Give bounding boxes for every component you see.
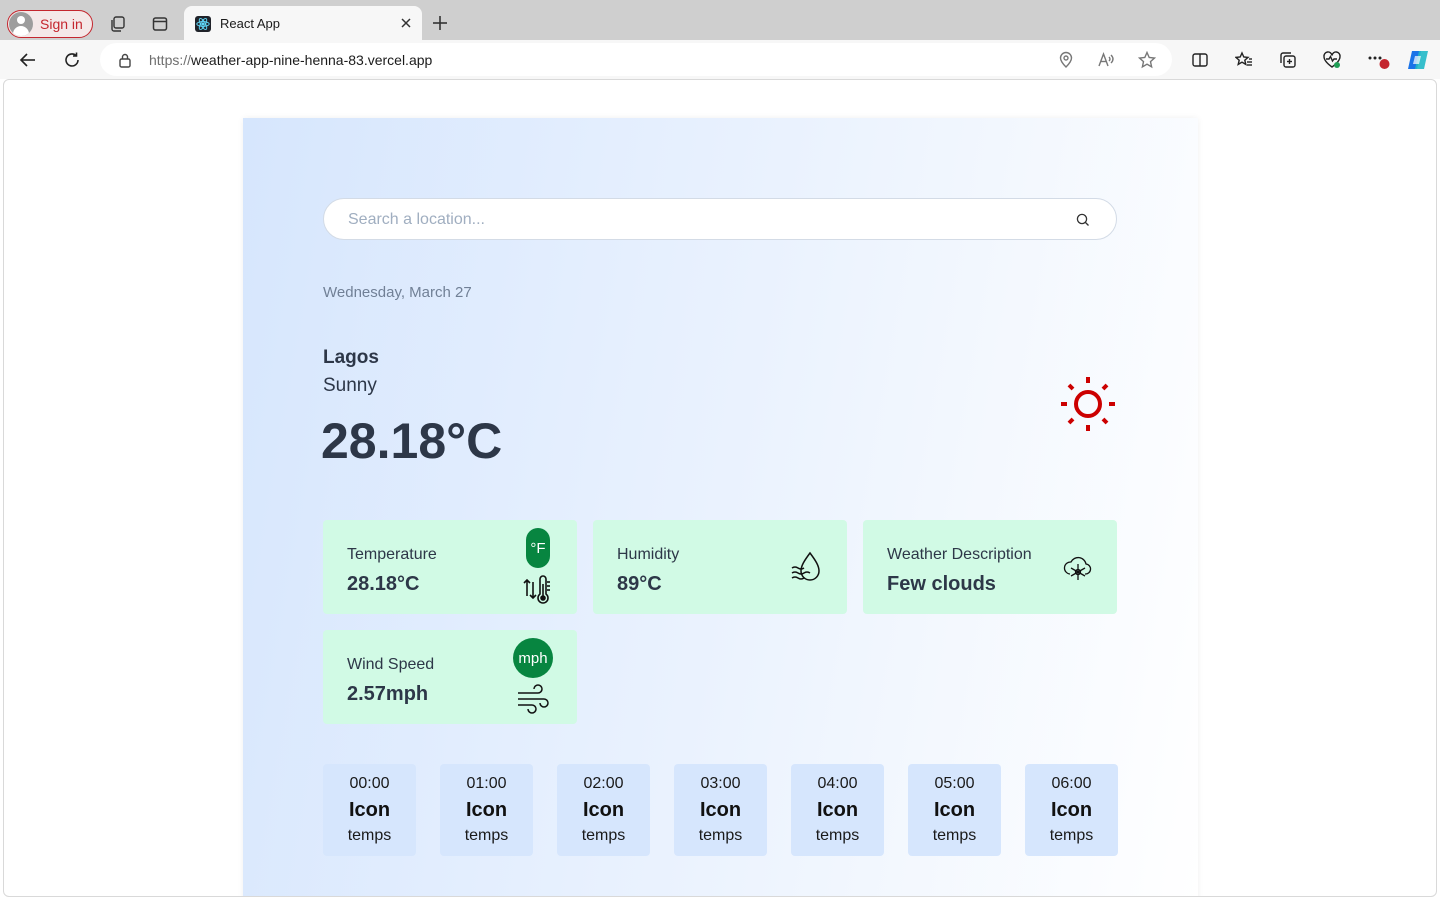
tab-title: React App — [220, 16, 280, 31]
location-icon[interactable] — [1056, 50, 1076, 70]
hourly-forecast-item: 05:00 Icon temps — [908, 764, 1001, 856]
current-temperature: 28.18°C — [321, 413, 503, 469]
split-screen-icon[interactable] — [1190, 50, 1210, 70]
hour-icon-placeholder: Icon — [1050, 799, 1093, 821]
hour-temp: temps — [698, 827, 743, 844]
hour-temp: temps — [581, 827, 626, 844]
hourly-forecast-item: 04:00 Icon temps — [791, 764, 884, 856]
hour-temp: temps — [347, 827, 392, 844]
weather-description-card: Weather Description Few clouds — [863, 520, 1117, 614]
tab-actions-icon[interactable] — [150, 14, 170, 34]
weather-condition: Sunny — [323, 375, 377, 396]
weather-app: Wednesday, March 27 Lagos Sunny 28.18°C … — [243, 118, 1198, 896]
hour-icon-placeholder: Icon — [465, 799, 508, 821]
weather-description-value: Few clouds — [887, 573, 996, 595]
temperature-label: Temperature — [347, 546, 437, 563]
sign-in-button[interactable]: Sign in — [7, 10, 93, 38]
hour-temp: temps — [464, 827, 509, 844]
copilot-icon[interactable] — [1406, 48, 1430, 72]
search-bar[interactable] — [323, 198, 1117, 240]
hour-icon-placeholder: Icon — [816, 799, 859, 821]
wind-speed-card: Wind Speed 2.57mph mph — [323, 630, 577, 724]
hourly-forecast-item: 03:00 Icon temps — [674, 764, 767, 856]
hour-time: 05:00 — [934, 775, 975, 792]
url-field[interactable]: https://weather-app-nine-henna-83.vercel… — [100, 43, 1172, 76]
humidity-drop-icon — [790, 550, 824, 589]
hourly-forecast-item: 02:00 Icon temps — [557, 764, 650, 856]
humidity-card: Humidity 89°C — [593, 520, 847, 614]
wind-speed-value: 2.57mph — [347, 683, 429, 705]
new-tab-icon[interactable] — [430, 13, 450, 33]
favorite-star-icon[interactable] — [1137, 50, 1157, 70]
sign-in-label: Sign in — [40, 16, 83, 32]
hourly-forecast-item: 01:00 Icon temps — [440, 764, 533, 856]
browser-tab-bar: Sign in React App — [0, 0, 1440, 40]
workspaces-icon[interactable] — [108, 14, 128, 34]
current-date: Wednesday, March 27 — [323, 284, 472, 301]
hour-icon-placeholder: Icon — [582, 799, 625, 821]
hour-time: 01:00 — [466, 775, 507, 792]
hour-time: 06:00 — [1051, 775, 1092, 792]
humidity-value: 89°C — [617, 573, 662, 595]
hour-time: 02:00 — [583, 775, 624, 792]
search-icon[interactable] — [1076, 213, 1090, 232]
hour-time: 04:00 — [817, 775, 858, 792]
hour-icon-placeholder: Icon — [699, 799, 742, 821]
mph-toggle-button[interactable]: mph — [513, 638, 553, 678]
wind-icon — [516, 684, 550, 719]
humidity-label: Humidity — [617, 546, 680, 563]
collections-icon[interactable] — [1278, 50, 1298, 70]
browser-tab[interactable]: React App — [184, 6, 422, 40]
hour-temp: temps — [932, 827, 977, 844]
url-text: https://weather-app-nine-henna-83.vercel… — [149, 52, 433, 68]
hour-icon-placeholder: Icon — [933, 799, 976, 821]
search-input[interactable] — [348, 209, 1048, 231]
thermometer-icon — [523, 574, 553, 611]
page-viewport: Wednesday, March 27 Lagos Sunny 28.18°C … — [3, 79, 1437, 897]
address-bar-row: https://weather-app-nine-henna-83.vercel… — [0, 40, 1440, 79]
temperature-value: 28.18°C — [347, 573, 420, 595]
reload-icon[interactable] — [62, 50, 82, 70]
hour-time: 00:00 — [349, 775, 390, 792]
more-options-icon[interactable] — [1366, 50, 1390, 70]
fahrenheit-toggle-button[interactable]: °F — [526, 528, 550, 568]
hour-icon-placeholder: Icon — [348, 799, 391, 821]
close-tab-icon[interactable] — [398, 15, 414, 31]
profile-avatar-icon — [9, 12, 33, 36]
city-name: Lagos — [323, 347, 379, 368]
hour-time: 03:00 — [700, 775, 741, 792]
hour-temp: temps — [1049, 827, 1094, 844]
hour-temp: temps — [815, 827, 860, 844]
weather-description-label: Weather Description — [887, 546, 1032, 563]
react-logo-icon — [195, 16, 211, 32]
hourly-forecast-item: 06:00 Icon temps — [1025, 764, 1118, 856]
wind-speed-label: Wind Speed — [347, 656, 435, 673]
favorites-icon[interactable] — [1234, 50, 1254, 70]
sun-icon — [1058, 374, 1118, 439]
snowflake-cloud-icon — [1062, 552, 1094, 589]
back-arrow-icon[interactable] — [18, 50, 38, 70]
lock-icon[interactable] — [118, 52, 132, 73]
read-aloud-icon[interactable] — [1096, 50, 1116, 70]
temperature-card: Temperature 28.18°C °F — [323, 520, 577, 614]
hourly-forecast-item: 00:00 Icon temps — [323, 764, 416, 856]
browser-essentials-icon[interactable] — [1322, 50, 1342, 70]
